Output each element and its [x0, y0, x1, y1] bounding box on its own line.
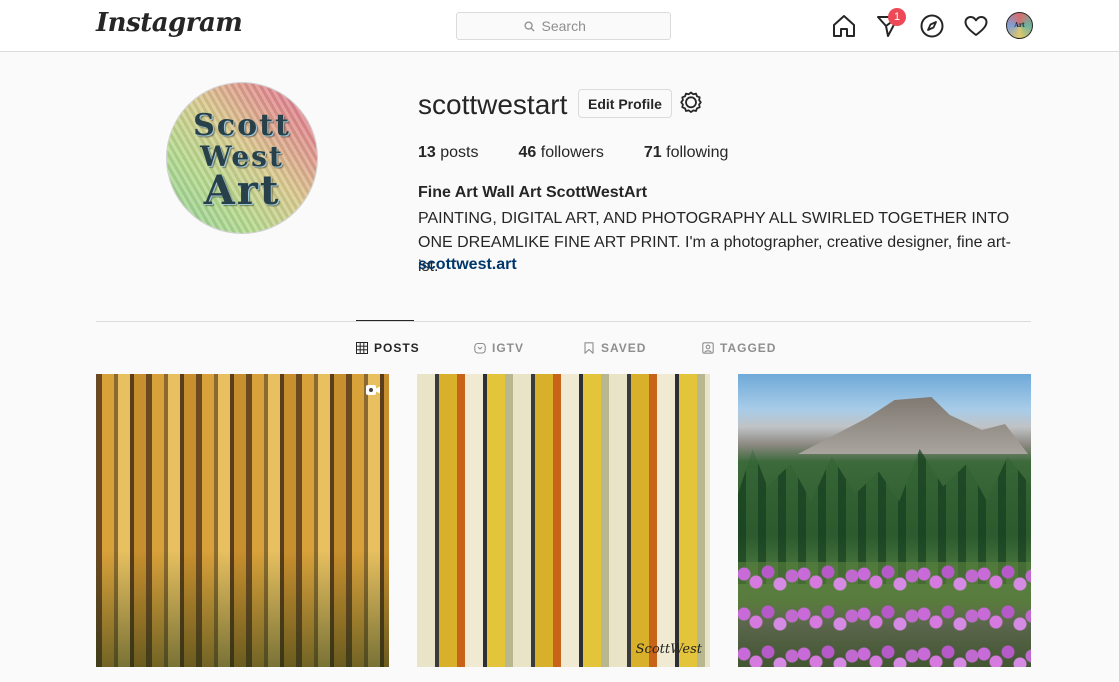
profile-website-link[interactable]: scottwest.art	[418, 256, 517, 274]
post-thumbnail-aspen-painting[interactable]: ScottWest	[417, 374, 710, 667]
post-thumbnail-mountain-wildflowers[interactable]	[738, 374, 1031, 667]
search-box[interactable]	[456, 12, 671, 40]
tab-igtv[interactable]: IGTV	[474, 341, 524, 355]
profile-stats: 13 posts 46 followers 71 following	[418, 144, 768, 162]
tabs-divider	[96, 321, 1031, 322]
search-input[interactable]	[539, 17, 604, 35]
post-thumbnail-aspen-forest[interactable]	[96, 374, 389, 667]
instagram-logo[interactable]: Instagram	[96, 8, 243, 38]
following-count-value: 71	[643, 144, 662, 161]
bookmark-icon	[584, 342, 594, 354]
settings-gear-icon[interactable]	[678, 90, 704, 116]
tab-label: POSTS	[374, 341, 420, 355]
profile-picture[interactable]: Scott West Art	[167, 83, 317, 233]
active-tab-indicator	[356, 320, 414, 321]
tab-posts[interactable]: POSTS	[356, 341, 420, 355]
wildflowers-shape	[738, 562, 1031, 667]
posts-count: 13 posts	[418, 144, 479, 162]
tab-label: TAGGED	[720, 341, 777, 355]
tab-tagged[interactable]: TAGGED	[702, 341, 776, 355]
grid-icon	[356, 342, 368, 354]
explore-icon[interactable]	[919, 13, 945, 39]
profile-username: scottwestart	[418, 89, 568, 120]
avatar-mini-label: Art	[1014, 22, 1025, 29]
top-nav-bar: Instagram 1 Art	[0, 0, 1119, 52]
tab-label: SAVED	[601, 341, 647, 355]
avatar-text-line: Scott	[193, 108, 291, 143]
posts-count-label: posts	[440, 144, 479, 161]
edit-profile-button[interactable]: Edit Profile	[578, 89, 672, 118]
activity-heart-icon[interactable]	[963, 13, 989, 39]
following-count[interactable]: 71 following	[644, 144, 729, 162]
search-icon	[523, 20, 535, 32]
avatar-text-line: Art	[203, 167, 281, 214]
artist-signature: ScottWest	[635, 642, 702, 657]
profile-full-name: Fine Art Wall Art ScottWestArt	[418, 184, 648, 201]
home-icon[interactable]	[831, 13, 857, 39]
profile-avatar-button[interactable]: Art	[1006, 12, 1033, 39]
following-count-label: following	[666, 144, 729, 161]
posts-count-value: 13	[418, 144, 436, 161]
tagged-person-icon	[702, 342, 714, 354]
tab-saved[interactable]: SAVED	[583, 341, 646, 355]
followers-count-value: 46	[518, 144, 537, 161]
tab-label: IGTV	[492, 341, 525, 355]
mountain-shape	[798, 397, 1028, 454]
followers-count[interactable]: 46 followers	[519, 144, 604, 162]
followers-count-label: followers	[540, 144, 604, 161]
video-post-icon	[366, 385, 380, 395]
dm-notification-badge: 1	[888, 8, 906, 26]
igtv-icon	[474, 342, 486, 354]
